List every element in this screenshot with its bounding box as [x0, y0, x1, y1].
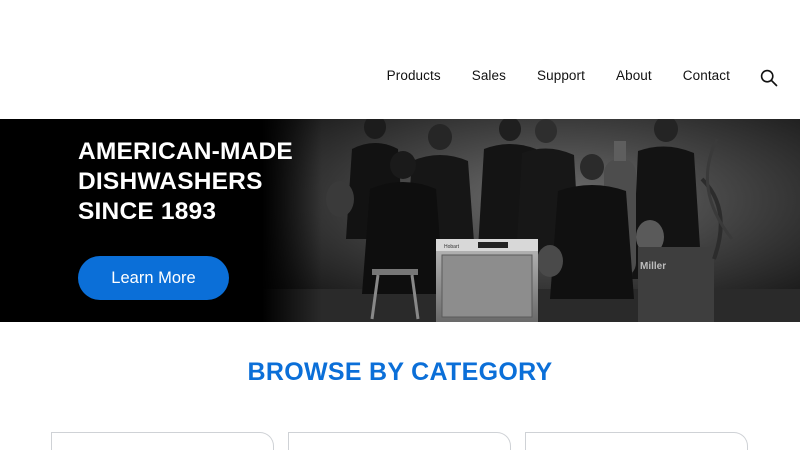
category-card[interactable] — [288, 432, 511, 450]
main-nav: Products Sales Support About Contact — [387, 68, 730, 83]
hero-headline-line: SINCE 1893 — [78, 198, 217, 225]
hero-headline-line: AMERICAN-MADE — [78, 138, 293, 165]
search-icon — [760, 69, 778, 87]
hero-headline-line: DISHWASHERS — [78, 168, 263, 195]
search-button[interactable] — [760, 69, 778, 87]
browse-by-category-heading: BROWSE BY CATEGORY — [247, 358, 553, 386]
nav-support[interactable]: Support — [537, 68, 585, 83]
hero-banner: Hobart Miller AMERICAN-MADE DISHWASHERS … — [0, 119, 800, 322]
nav-products[interactable]: Products — [387, 68, 441, 83]
category-card[interactable] — [51, 432, 274, 450]
category-card[interactable] — [525, 432, 748, 450]
nav-about[interactable]: About — [616, 68, 652, 83]
dishwasher-brand: Hobart — [444, 244, 460, 250]
hero-headline: AMERICAN-MADE DISHWASHERS SINCE 1893 — [78, 137, 318, 227]
machine-label: Miller — [640, 261, 666, 272]
learn-more-button[interactable]: Learn More — [78, 256, 229, 300]
nav-contact[interactable]: Contact — [683, 68, 730, 83]
nav-sales[interactable]: Sales — [472, 68, 506, 83]
hero-team-photo: Hobart Miller — [262, 119, 800, 322]
site-header: Products Sales Support About Contact — [0, 0, 800, 119]
